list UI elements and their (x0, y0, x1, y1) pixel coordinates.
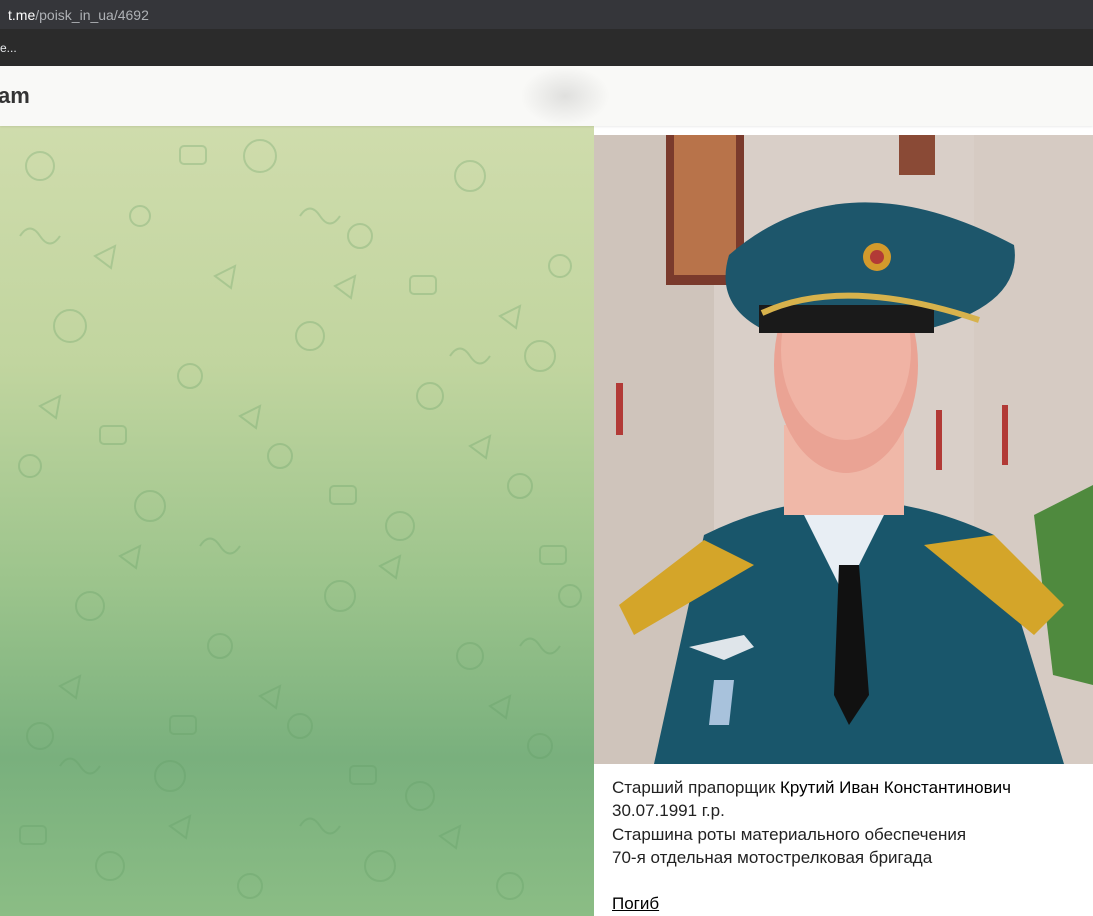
url-host: t.me (8, 6, 36, 23)
soldier-birth: 30.07.1991 г.р. (612, 801, 725, 821)
header-shadow (520, 66, 610, 126)
doodle-pattern (18, 139, 582, 900)
post-caption: Старший прапорщик Крутий Иван Константин… (612, 776, 1082, 915)
address-bar[interactable]: t.me/poisk_in_ua/4692 (0, 0, 1093, 29)
chat-background (0, 126, 594, 916)
url-path: /poisk_in_ua/4692 (35, 6, 149, 23)
soldier-portrait (594, 135, 1093, 764)
caption-line-rank-name: Старший прапорщик Крутий Иван Константин… (612, 776, 1082, 799)
post-card: Старший прапорщик Крутий Иван Константин… (594, 126, 1093, 916)
soldier-unit: 70-я отдельная мотострелковая бригада (612, 847, 933, 867)
telegram-brand[interactable]: am (0, 83, 30, 109)
soldier-name: Крутий Иван Константинович (780, 778, 1012, 797)
bookmarks-bar: e... (0, 29, 1093, 66)
soldier-position: Старшина роты материального обеспечения (612, 824, 967, 844)
telegram-header: am (0, 66, 1093, 126)
bookmark-item[interactable]: e... (0, 41, 17, 55)
soldier-status[interactable]: Погиб (612, 892, 1082, 915)
soldier-rank: Старший прапорщик (612, 778, 781, 797)
post-photo[interactable] (594, 135, 1093, 764)
